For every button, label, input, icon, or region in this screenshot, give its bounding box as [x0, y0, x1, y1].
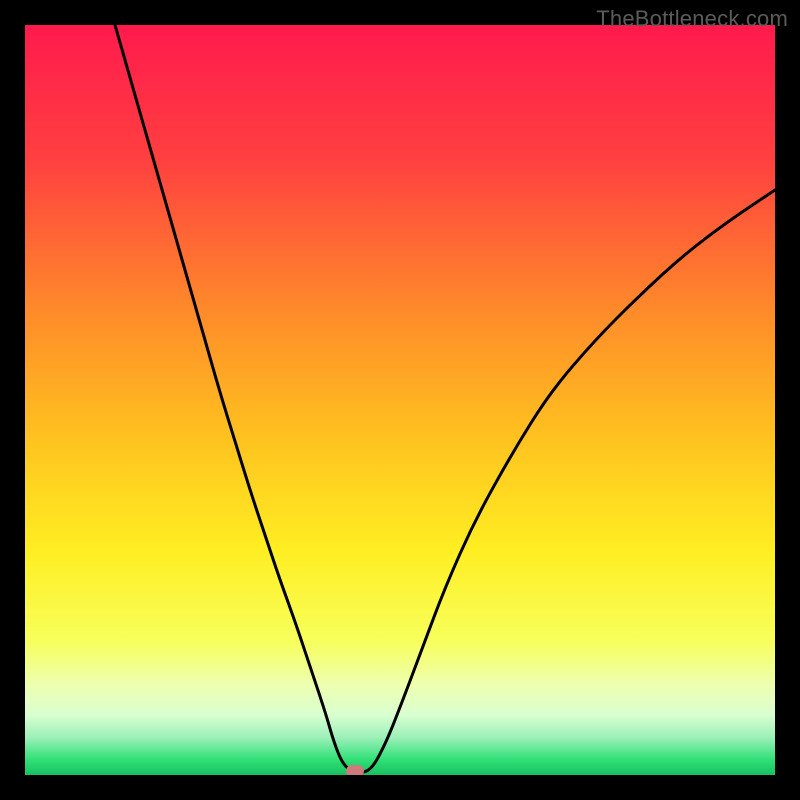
chart-frame: TheBottleneck.com	[0, 0, 800, 800]
plot-area	[25, 25, 775, 775]
bottleneck-curve	[115, 25, 775, 772]
curve-layer	[25, 25, 775, 775]
optimal-point-marker	[346, 765, 364, 776]
watermark-text: TheBottleneck.com	[596, 6, 788, 32]
